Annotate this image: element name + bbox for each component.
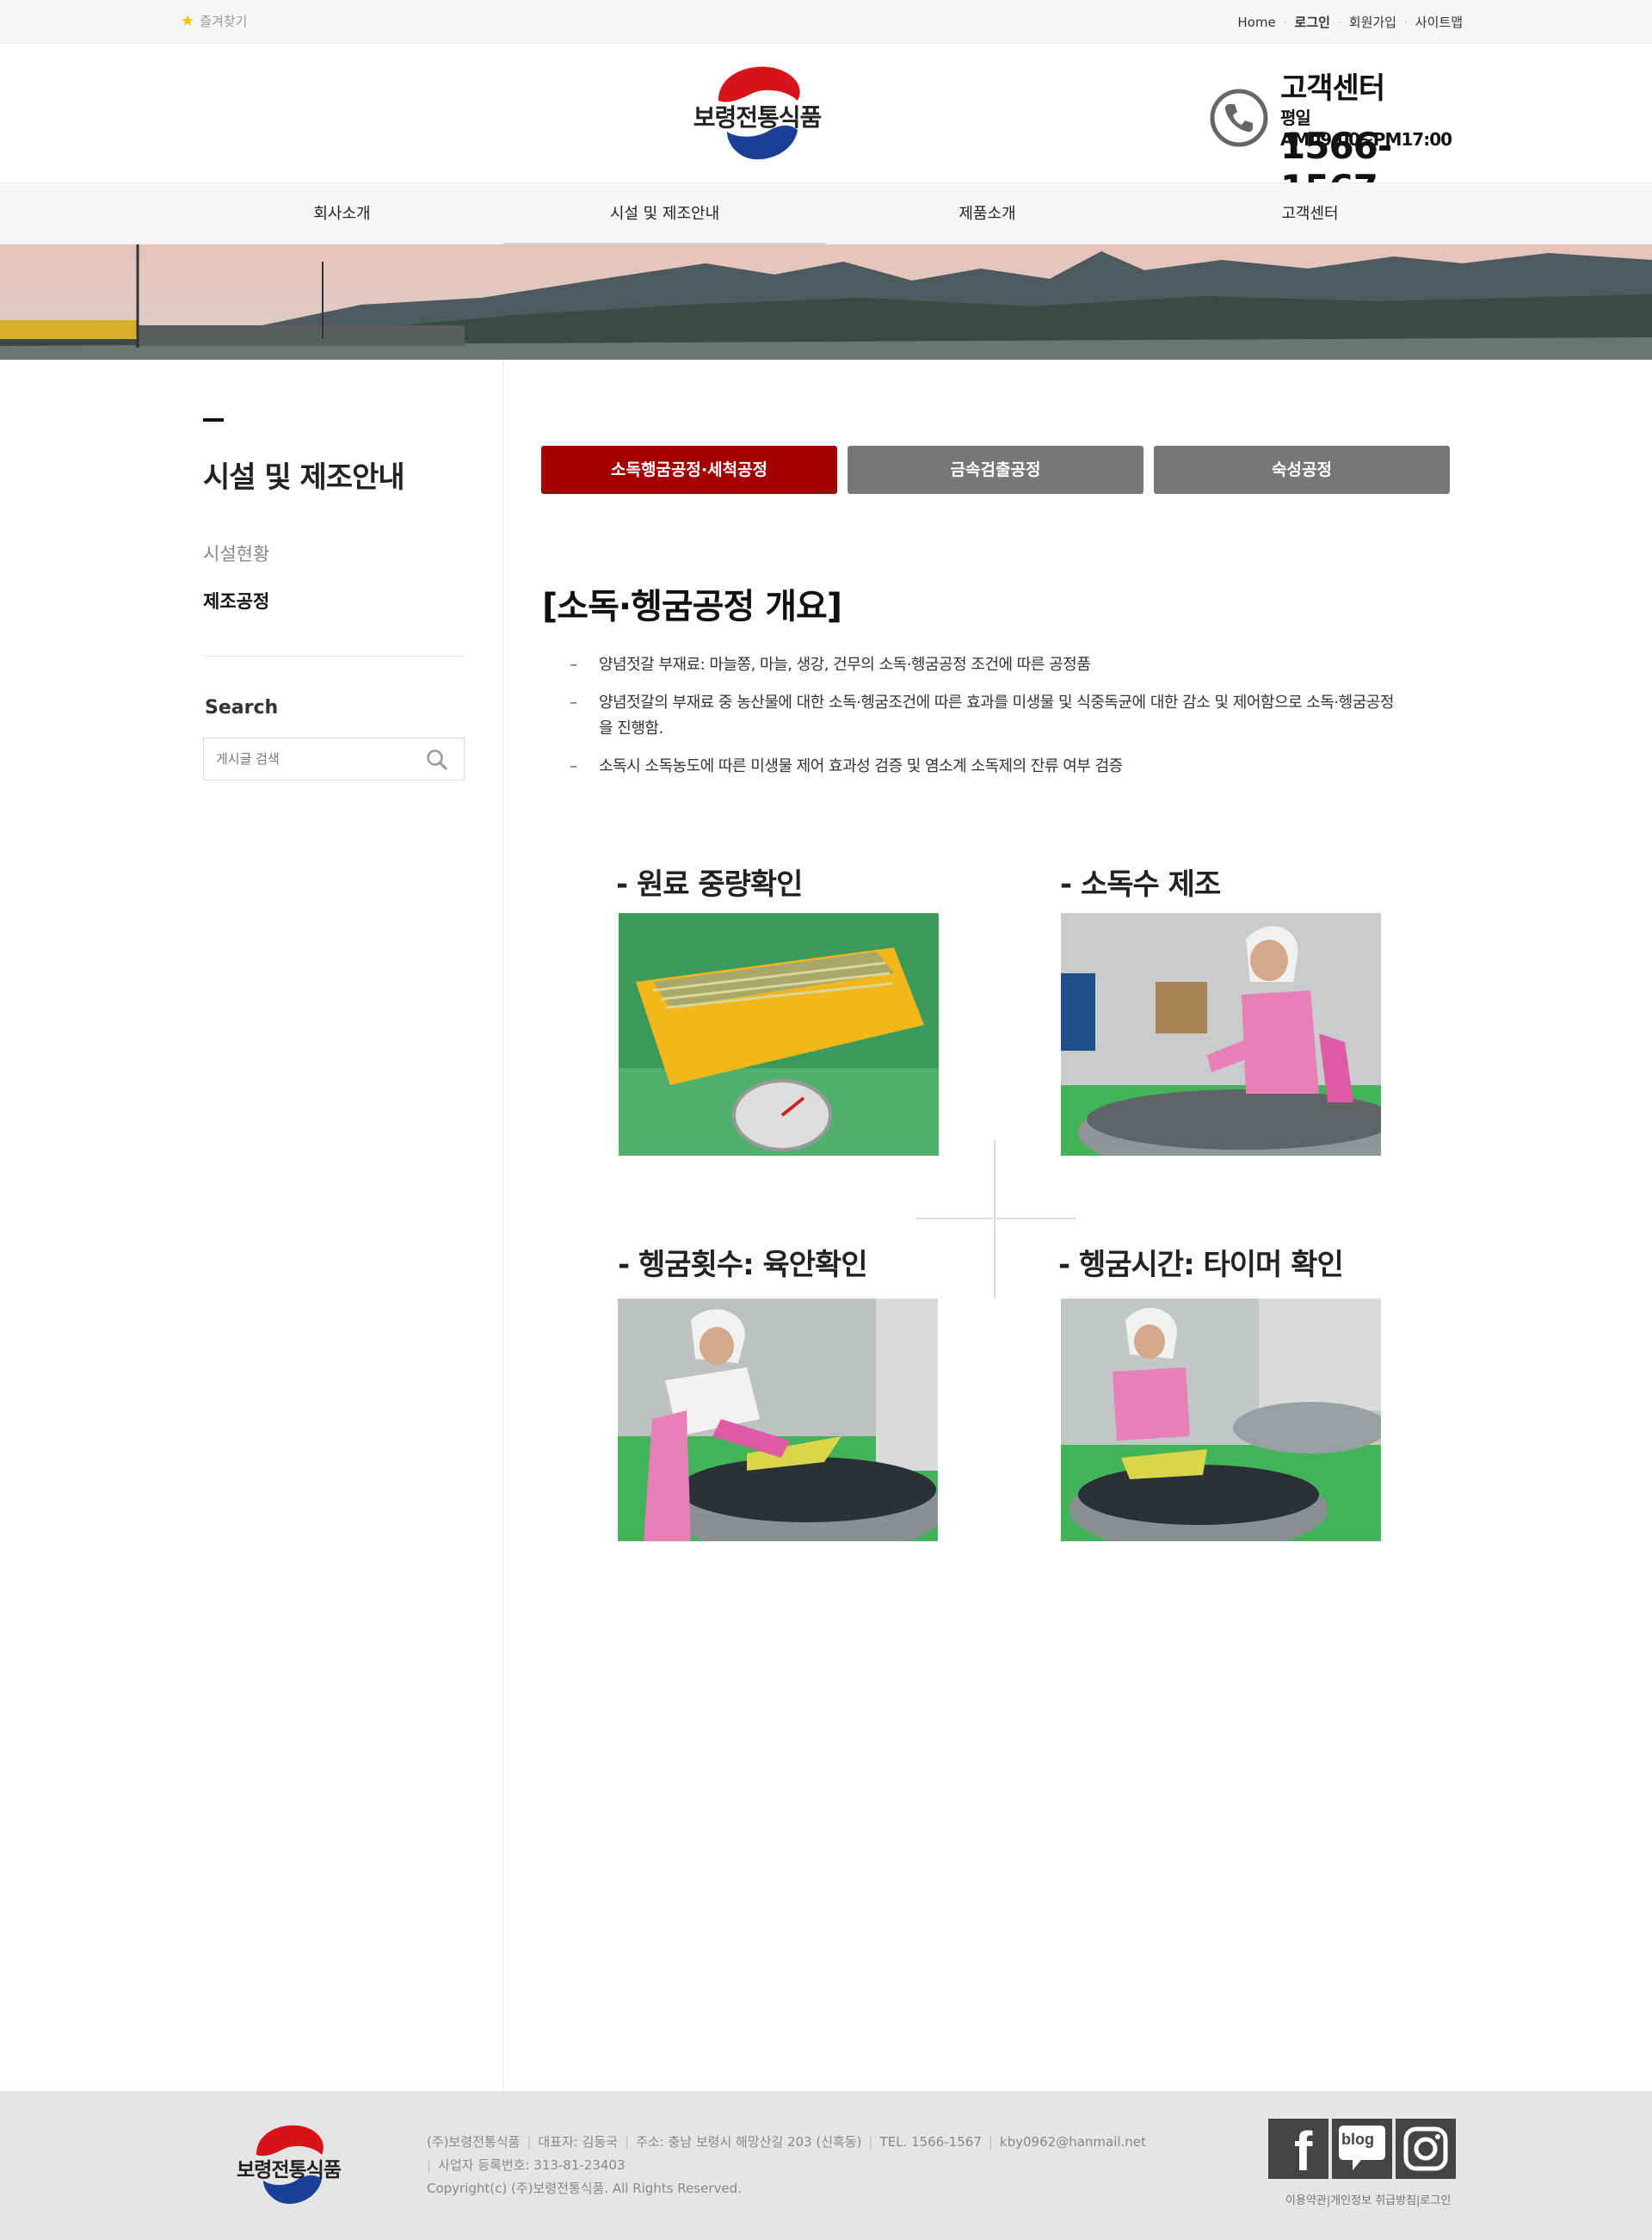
footer-biz-no: 사업자 등록번호: 313-81-23403 [438,2157,626,2173]
cs-title: 고객센터 [1280,71,1385,106]
link-separator: · [1283,15,1287,28]
logo-text: 보령전통식품 [693,103,823,132]
footer-logo-text: 보령전통식품 [237,2159,342,2181]
basket-scale-image [619,913,939,1156]
nav-item-products[interactable]: 제품소개 [826,183,1149,245]
photo-rinse-count [618,1299,938,1541]
footer-email: kby0962@hanmail.net [999,2134,1146,2150]
photo-caption-rinse-time: - 헹굼시간: 타이머 확인 [1058,1248,1344,1282]
top-utility-bar: ★ 즐겨찾기 Home · 로그인 · 회원가입 · 사이트맵 [0,0,1652,43]
sidebar-divider [502,360,503,2091]
camera-icon [1403,2126,1448,2171]
photo-grid-divider-horizontal [915,1218,1076,1219]
sidebar-item-manufacturing[interactable]: 제조공정 [203,588,269,614]
search-input[interactable] [204,738,410,780]
photo-caption-rinse-count: - 헹굼횟수: 육안확인 [618,1248,868,1282]
overview-list: 양념젓갈 부재료: 마늘쫑, 마늘, 생강, 건무의 소독·헹굼공정 조건에 따… [570,652,1396,792]
photo-caption-weight: - 원료 중량확인 [616,867,803,902]
star-icon: ★ [181,11,195,30]
speech-bubble-icon [1339,2126,1385,2170]
footer-address: 주소: 충남 보령시 해망산길 203 (신흑동) [636,2134,862,2150]
photo-raw-weight [619,913,939,1156]
login-link[interactable]: 로그인 [1295,13,1330,31]
footer-ceo: 대표자: 김동국 [538,2134,618,2150]
sub-banner [0,244,1652,360]
nav-item-facility[interactable]: 시설 및 제조안내 [503,183,826,245]
nav-item-support[interactable]: 고객센터 [1149,183,1471,245]
footer-tel: TEL. 1566-1567 [879,2134,982,2150]
customer-center: 고객센터 평일 AM09:00~PM17:00 1566-1567 [1209,65,1467,209]
list-item: 소독시 소독농도에 따른 미생물 제어 효과성 검증 및 염소계 소독제의 잔류… [570,754,1396,780]
sidebar-title: 시설 및 제조안내 [203,460,405,495]
photo-caption-disinfectant: - 소독수 제조 [1060,867,1221,902]
footer-policy-links[interactable]: 이용약관|개인정보 취급방침|로그인 [1285,2191,1451,2207]
facebook-icon[interactable]: f [1268,2119,1328,2179]
main-nav: 회사소개 시설 및 제조안내 제품소개 고객센터 [0,182,1652,245]
sitemap-link[interactable]: 사이트맵 [1415,13,1463,31]
site-header: 보령전통식품 고객센터 평일 AM09:00~PM17:00 1566-1567 [0,43,1652,209]
worker-rinsing-image [618,1299,938,1541]
sidebar-item-facility-status[interactable]: 시설현황 [203,540,269,566]
photo-rinse-time [1061,1299,1381,1541]
footer-company-name: (주)보령전통식품 [427,2134,521,2150]
sidebar-separator [203,656,465,657]
nav-item-company[interactable]: 회사소개 [181,183,503,245]
site-logo[interactable]: 보령전통식품 [684,56,830,168]
search-label: Search [205,697,279,719]
tab-aging[interactable]: 숙성공정 [1154,446,1450,494]
list-item: 양념젓갈 부재료: 마늘쫑, 마늘, 생강, 건무의 소독·헹굼공정 조건에 따… [570,652,1396,678]
phone-icon [1210,89,1268,147]
blog-icon[interactable]: blog [1332,2119,1392,2179]
list-item: 양념젓갈의 부재료 중 농산물에 대한 소독·헹굼조건에 따른 효과를 미생물 … [570,690,1396,742]
site-footer: 보령전통식품 (주)보령전통식품 | 대표자: 김동국 | 주소: 충남 보령시 해망산… [0,2091,1652,2240]
footer-logo: 보령전통식품 [231,2117,347,2212]
photo-disinfectant-prep [1061,913,1381,1156]
footer-company-info: (주)보령전통식품 | 대표자: 김동국 | 주소: 충남 보령시 해망산길 203 (… [427,2131,1146,2200]
home-link[interactable]: Home [1237,15,1275,30]
landscape-banner-image [0,244,1652,360]
tab-metal-detection[interactable]: 금속검출공정 [848,446,1143,494]
link-separator: · [1337,15,1341,28]
search-icon[interactable] [426,749,448,771]
facebook-label: f [1294,2120,1313,2182]
photo-grid-divider-vertical [994,1140,996,1299]
favorite-label: 즐겨찾기 [200,14,248,29]
signup-link[interactable]: 회원가입 [1349,13,1396,31]
content-title: [소독·헹굼공정 개요] [542,587,842,626]
worker-mixing-image [1061,913,1381,1156]
sns-links: f blog [1268,2119,1456,2179]
sidebar-search [203,737,465,781]
favorite-link[interactable]: ★ 즐겨찾기 [181,12,247,30]
blog-label: blog [1341,2131,1374,2148]
tab-disinfection[interactable]: 소독행굼공정·세척공정 [541,446,837,494]
instagram-icon[interactable] [1396,2119,1456,2179]
worker-timer-image [1061,1299,1381,1541]
sidebar-title-mark [203,418,224,422]
footer-copyright: Copyright(c) (주)보령전통식품. All Rights Reser… [427,2181,742,2196]
top-links: Home · 로그인 · 회원가입 · 사이트맵 [1237,13,1463,31]
link-separator: · [1403,15,1408,28]
